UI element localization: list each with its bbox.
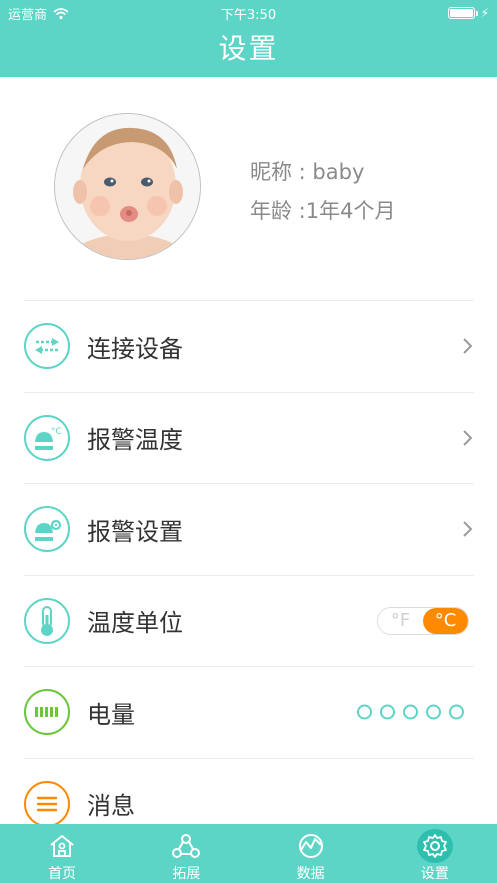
svg-text:°C: °C <box>51 427 62 437</box>
profile-section: 昵称 : baby 年龄 :1年4个月 <box>0 113 497 263</box>
tab-home[interactable]: 首页 <box>0 824 124 883</box>
settings-gear-icon <box>416 829 453 863</box>
menu-label-connect-device: 连接设备 <box>87 334 183 363</box>
temperature-unit-toggle[interactable]: °F °C <box>377 606 469 635</box>
menu-item-alarm-settings[interactable]: 报警设置 <box>24 483 474 575</box>
alarm-temperature-icon: °C <box>24 414 70 461</box>
tab-settings-label: 设置 <box>420 866 449 882</box>
tab-extend[interactable]: 拓展 <box>124 824 248 883</box>
status-bar: 运营商 下午3:50 ⚡ <box>0 0 497 24</box>
menu-label-message: 消息 <box>87 792 135 821</box>
chevron-right-icon <box>463 430 473 446</box>
battery-dot <box>380 704 395 720</box>
tab-data[interactable]: 数据 <box>249 824 373 883</box>
baby-avatar-image <box>55 114 200 259</box>
menu-item-alarm-temperature[interactable]: °C 报警温度 <box>24 391 474 484</box>
avatar[interactable] <box>54 113 201 260</box>
connect-device-icon <box>24 323 70 370</box>
menu-item-connect-device[interactable]: 连接设备 <box>24 300 474 392</box>
data-icon <box>293 829 329 863</box>
status-time: 下午3:50 <box>220 8 277 23</box>
charging-icon: ⚡ <box>480 6 489 20</box>
thermometer-icon <box>24 597 70 644</box>
menu-label-temperature-unit: 温度单位 <box>87 609 183 638</box>
battery-dot <box>357 704 372 720</box>
home-icon <box>44 829 80 863</box>
tab-bar: 首页 拓展 数据 设置 <box>0 824 497 883</box>
tab-settings[interactable]: 设置 <box>373 824 497 883</box>
profile-age: 年龄 :1年4个月 <box>250 199 396 223</box>
profile-nickname: 昵称 : baby <box>250 160 365 184</box>
tab-home-label: 首页 <box>48 866 77 882</box>
battery-dot <box>449 704 464 720</box>
profile-info: 昵称 : baby 年龄 :1年4个月 <box>250 153 395 231</box>
message-icon <box>24 780 70 827</box>
menu-item-temperature-unit: 温度单位 °F °C <box>24 574 474 667</box>
page-title: 设置 <box>218 32 279 65</box>
menu-item-battery: 电量 <box>24 666 474 758</box>
menu-label-alarm-settings: 报警设置 <box>87 517 183 546</box>
top-bar: 运营商 下午3:50 ⚡ 设置 <box>0 0 497 77</box>
celsius-option[interactable]: °C <box>423 607 468 634</box>
status-battery: ⚡ <box>447 6 489 20</box>
menu-label-battery: 电量 <box>87 700 135 729</box>
battery-icon <box>24 689 70 736</box>
chevron-right-icon <box>463 338 473 354</box>
battery-dot <box>403 704 418 720</box>
tab-extend-label: 拓展 <box>172 866 201 882</box>
fahrenheit-option[interactable]: °F <box>378 607 423 634</box>
menu-label-alarm-temperature: 报警温度 <box>87 426 183 455</box>
tab-data-label: 数据 <box>296 866 325 882</box>
settings-list: 连接设备 °C 报警温度 报警设置 温度单位 °F °C 电量 消息 <box>24 300 474 849</box>
battery-dot <box>426 704 441 720</box>
extend-icon <box>168 829 204 863</box>
alarm-settings-icon <box>24 506 70 553</box>
chevron-right-icon <box>463 521 473 537</box>
battery-level-indicator <box>357 704 464 720</box>
